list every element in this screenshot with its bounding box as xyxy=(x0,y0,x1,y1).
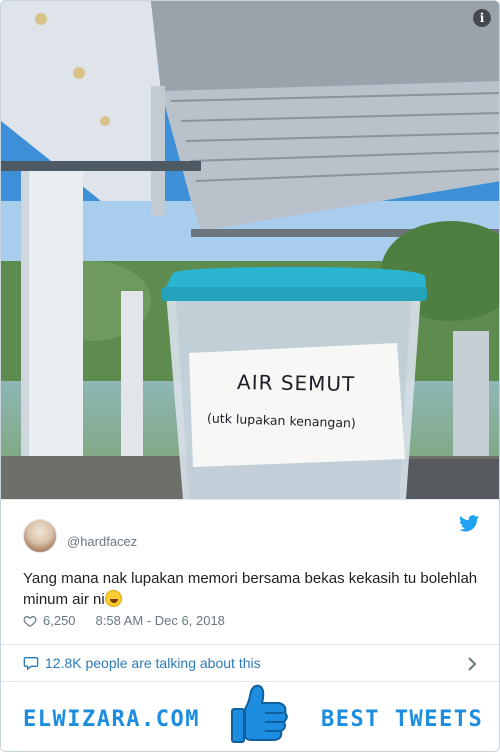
laughing-emoji-icon xyxy=(104,590,122,607)
info-icon[interactable]: i xyxy=(473,9,491,27)
heart-icon[interactable] xyxy=(23,614,37,628)
tweet-timestamp[interactable]: 8:58 AM - Dec 6, 2018 xyxy=(96,613,225,628)
talking-label: 12.8K people are talking about this xyxy=(45,654,261,671)
embedded-tweet-card: AIR SEMUT (utk lupakan kenangan) i @hard… xyxy=(0,0,500,752)
tweet-text: Yang mana nak lupakan memori bersama bek… xyxy=(23,568,483,610)
note-title: AIR SEMUT xyxy=(236,369,356,397)
avatar[interactable] xyxy=(23,519,57,553)
brand-name[interactable]: ELWIZARA.COM xyxy=(23,707,200,732)
tweet-handle[interactable]: @hardfacez xyxy=(67,534,137,549)
twitter-bird-icon[interactable] xyxy=(459,515,479,532)
chevron-right-icon xyxy=(468,657,477,671)
tweet-text-body: Yang mana nak lupakan memori bersama bek… xyxy=(23,570,478,608)
tweet-photo[interactable]: AIR SEMUT (utk lupakan kenangan) i xyxy=(1,1,499,499)
talking-link[interactable]: 12.8K people are talking about this xyxy=(1,644,499,680)
like-count[interactable]: 6,250 xyxy=(43,613,76,628)
tweet-meta: 6,250 8:58 AM - Dec 6, 2018 xyxy=(23,613,225,628)
thumbs-up-icon xyxy=(231,684,288,743)
speech-bubble-icon xyxy=(23,656,39,670)
best-tweets-label: BEST TWEETS xyxy=(321,707,484,732)
